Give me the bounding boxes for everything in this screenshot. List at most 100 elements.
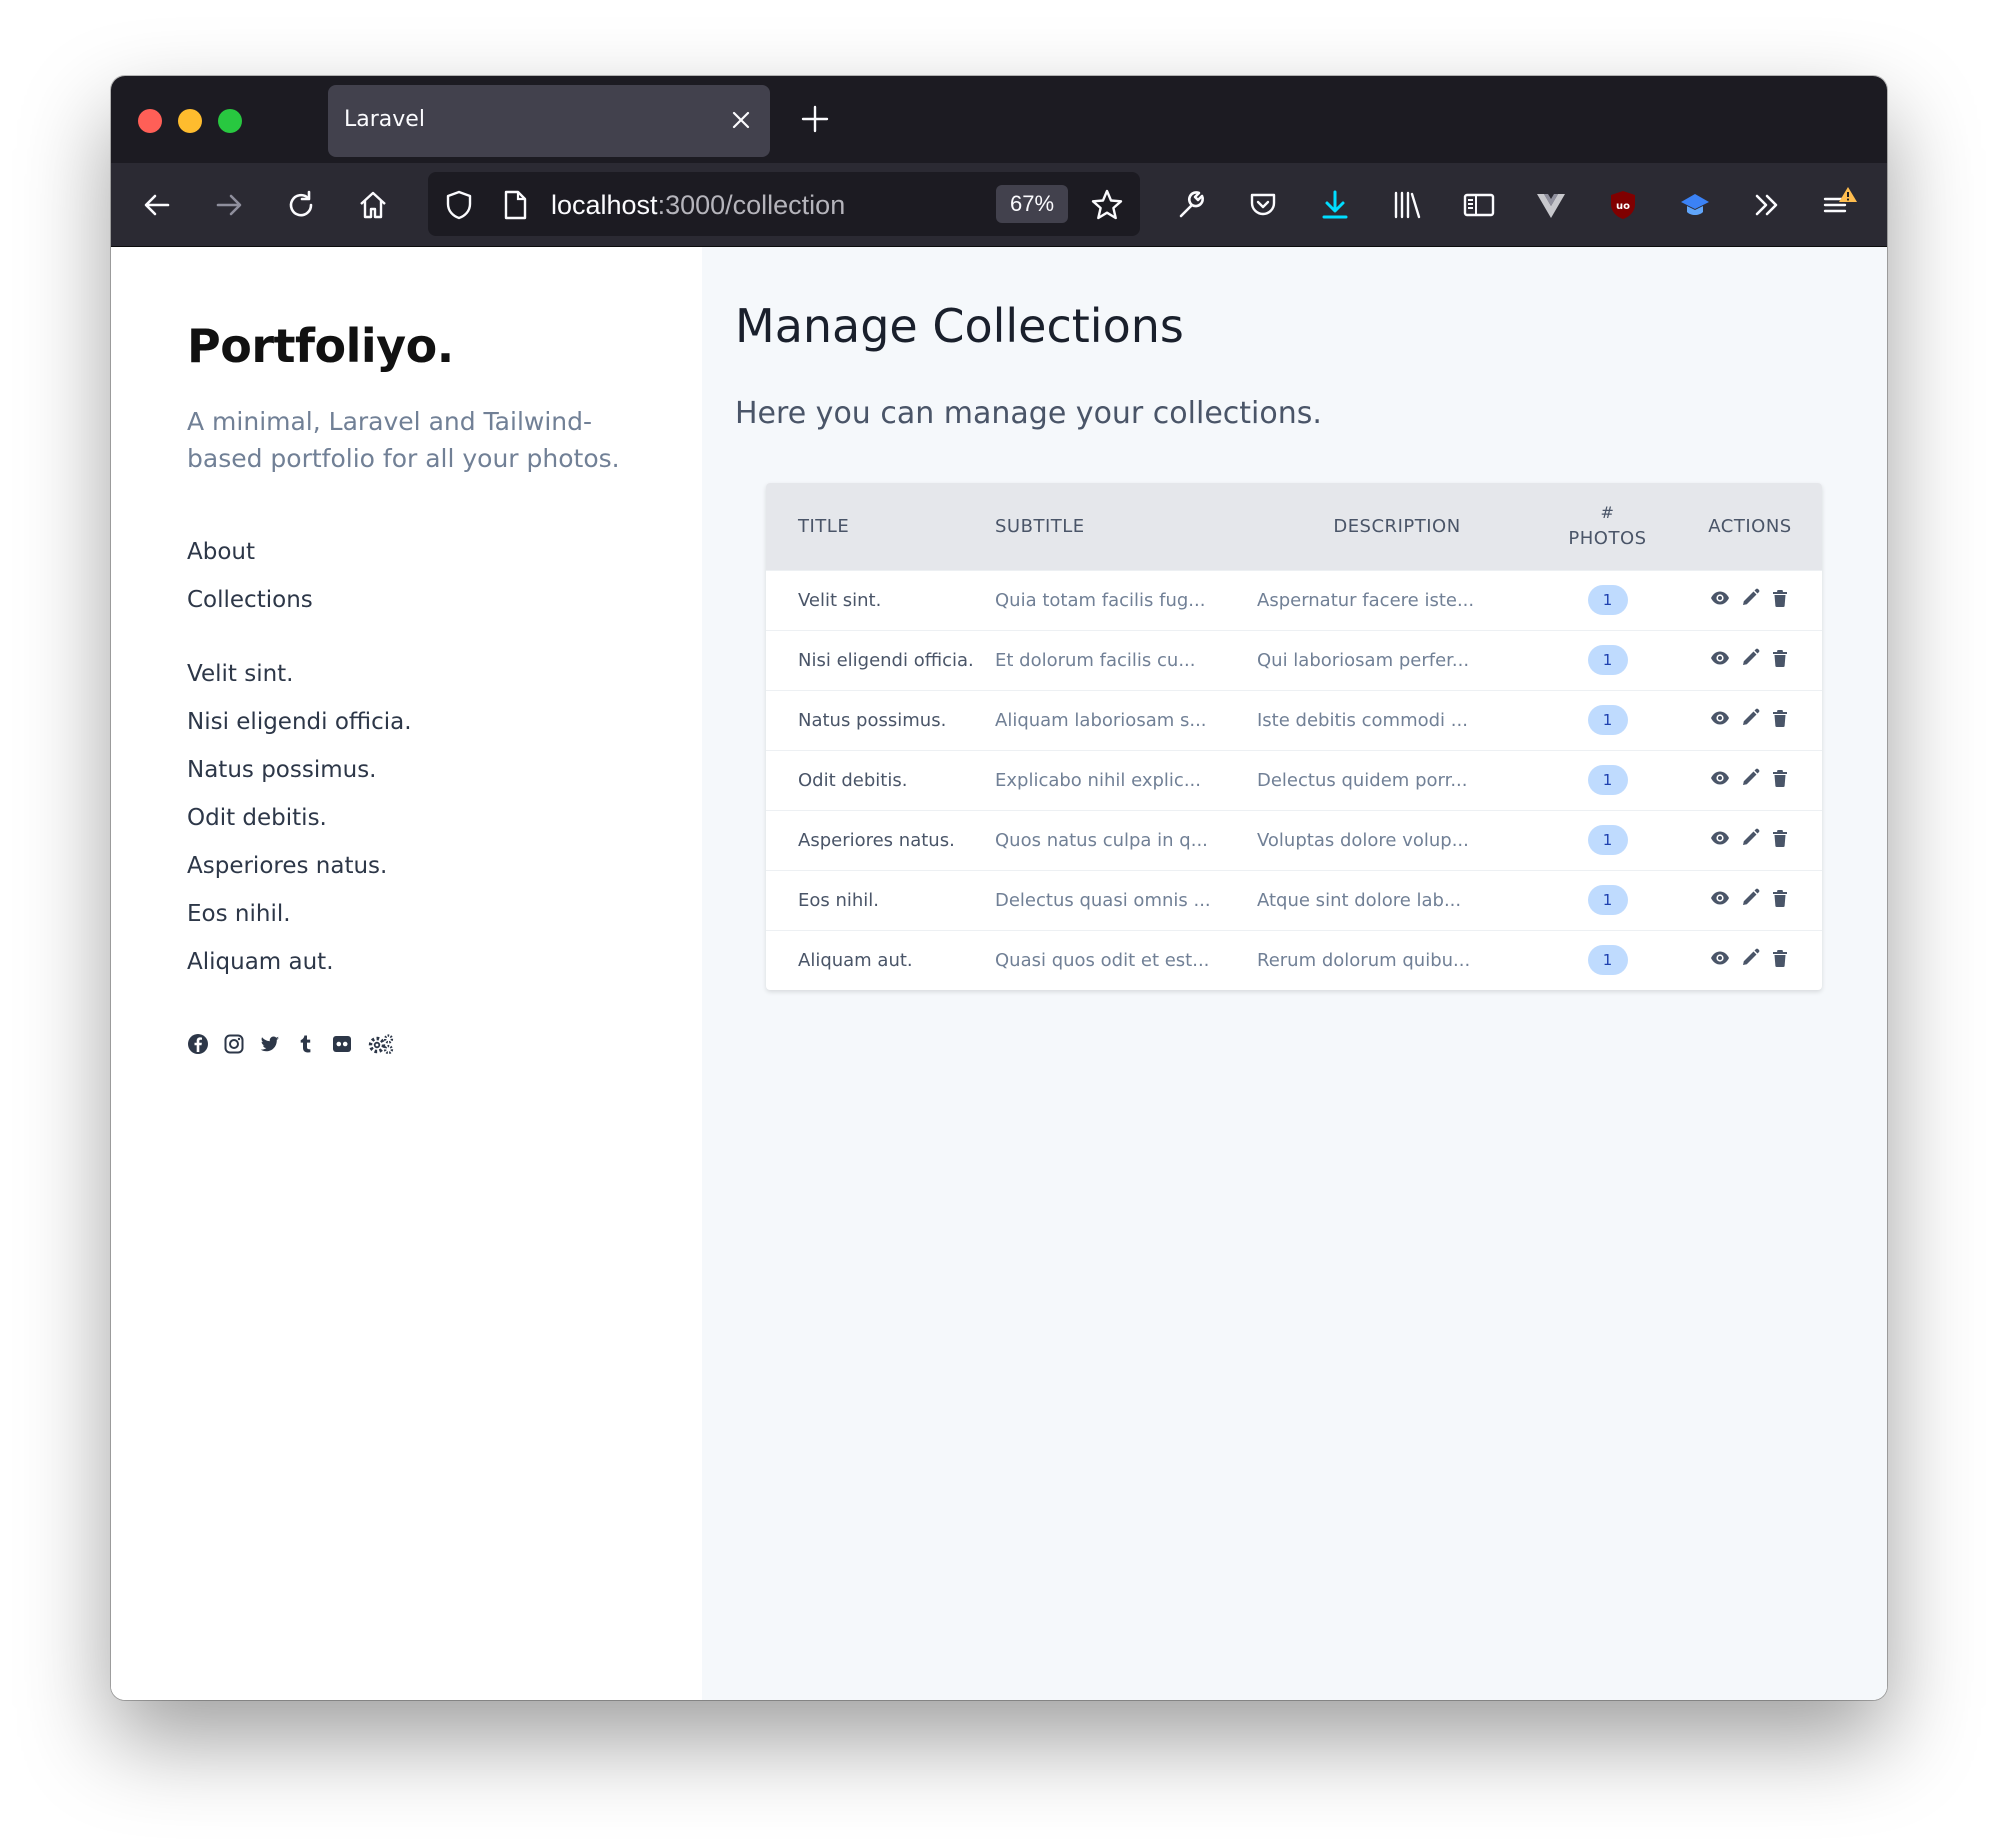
photo-count-badge: 1: [1587, 945, 1628, 976]
column-header-photos: # PHOTOS: [1537, 483, 1678, 570]
collection-link[interactable]: Natus possimus.: [187, 755, 412, 803]
row-photos-cell: 1: [1537, 750, 1678, 810]
column-header-title: TITLE: [798, 515, 850, 537]
delete-trash-icon[interactable]: [1770, 708, 1790, 728]
delete-trash-icon[interactable]: [1770, 948, 1790, 968]
twitter-icon[interactable]: [259, 1033, 281, 1055]
bookmark-star-icon[interactable]: [1090, 188, 1124, 222]
collection-link[interactable]: Aliquam aut.: [187, 947, 412, 995]
flickr-icon[interactable]: [331, 1033, 353, 1055]
row-photos-cell: 1: [1537, 630, 1678, 690]
view-eye-icon[interactable]: [1710, 648, 1730, 668]
row-title[interactable]: Natus possimus.: [766, 690, 995, 750]
extension-icon[interactable]: [1673, 183, 1717, 227]
collection-link[interactable]: Odit debitis.: [187, 803, 412, 851]
delete-trash-icon[interactable]: [1770, 828, 1790, 848]
row-title[interactable]: Asperiores natus.: [766, 810, 995, 870]
url-bar[interactable]: localhost:3000/collection 67%: [428, 172, 1140, 236]
view-eye-icon[interactable]: [1710, 888, 1730, 908]
row-photos-cell: 1: [1537, 690, 1678, 750]
row-description: Rerum dolorum quibu...: [1257, 949, 1471, 971]
delete-trash-icon[interactable]: [1770, 648, 1790, 668]
photo-count-badge: 1: [1587, 825, 1628, 855]
view-eye-icon[interactable]: [1710, 708, 1730, 728]
edit-pencil-icon[interactable]: [1740, 588, 1760, 608]
tracking-protection-shield-icon[interactable]: [442, 188, 476, 222]
close-window-button[interactable]: [138, 109, 162, 133]
download-icon[interactable]: [1313, 183, 1357, 227]
row-photos-cell: 1: [1537, 810, 1678, 870]
instagram-icon[interactable]: [223, 1033, 245, 1055]
row-actions: [1678, 570, 1822, 630]
collection-link[interactable]: Asperiores natus.: [187, 851, 412, 899]
photo-count-badge: 1: [1587, 765, 1628, 795]
page-info-icon[interactable]: [498, 188, 532, 222]
nav-link-about[interactable]: About: [187, 537, 313, 585]
url-host: localhost: [551, 190, 658, 220]
settings-cogs-icon[interactable]: [367, 1033, 395, 1055]
edit-pencil-icon[interactable]: [1740, 888, 1760, 908]
back-icon[interactable]: [135, 183, 179, 227]
close-tab-icon[interactable]: [726, 105, 756, 135]
page-subtitle: Here you can manage your collections.: [735, 396, 1322, 431]
row-title[interactable]: Odit debitis.: [766, 750, 995, 810]
row-subtitle: Aliquam laboriosam s...: [995, 709, 1207, 731]
row-title[interactable]: Aliquam aut.: [766, 930, 995, 990]
edit-pencil-icon[interactable]: [1740, 828, 1760, 848]
collection-link[interactable]: Nisi eligendi officia.: [187, 707, 412, 755]
facebook-icon[interactable]: [187, 1033, 209, 1055]
collections-table: TITLE SUBTITLE DESCRIPTION # PHOTOS ACTI…: [766, 483, 1822, 990]
delete-trash-icon[interactable]: [1770, 588, 1790, 608]
url-text[interactable]: localhost:3000/collection: [551, 190, 845, 221]
photo-count-badge: 1: [1587, 585, 1628, 615]
nav-toolbar: localhost:3000/collection 67% uo: [111, 163, 1887, 247]
collections-nav: Velit sint. Nisi eligendi officia. Natus…: [187, 659, 412, 995]
reload-icon[interactable]: [279, 183, 323, 227]
row-subtitle: Et dolorum facilis cu...: [995, 649, 1196, 671]
library-icon[interactable]: [1385, 183, 1429, 227]
sidebar-icon[interactable]: [1457, 183, 1501, 227]
delete-trash-icon[interactable]: [1770, 768, 1790, 788]
overflow-chevrons-icon[interactable]: [1745, 183, 1789, 227]
tumblr-icon[interactable]: [295, 1033, 317, 1055]
view-eye-icon[interactable]: [1710, 588, 1730, 608]
row-subtitle: Delectus quasi omnis ...: [995, 889, 1211, 911]
view-eye-icon[interactable]: [1710, 768, 1730, 788]
edit-pencil-icon[interactable]: [1740, 708, 1760, 728]
view-eye-icon[interactable]: [1710, 948, 1730, 968]
browser-window: Laravel localhost:3000/collection 67% uo…: [111, 76, 1887, 1700]
edit-pencil-icon[interactable]: [1740, 648, 1760, 668]
collection-link[interactable]: Velit sint.: [187, 659, 412, 707]
forward-icon[interactable]: [207, 183, 251, 227]
edit-pencil-icon[interactable]: [1740, 948, 1760, 968]
row-description: Atque sint dolore lab...: [1257, 889, 1462, 911]
zoom-level-badge[interactable]: 67%: [996, 185, 1068, 223]
row-title[interactable]: Eos nihil.: [766, 870, 995, 930]
collection-link[interactable]: Eos nihil.: [187, 899, 412, 947]
app-menu-icon[interactable]: [1817, 183, 1861, 227]
row-title[interactable]: Nisi eligendi officia.: [766, 630, 995, 690]
new-tab-icon[interactable]: [797, 101, 833, 137]
vue-devtools-icon[interactable]: [1529, 183, 1573, 227]
row-photos-cell: 1: [1537, 570, 1678, 630]
row-subtitle: Quos natus culpa in q...: [995, 829, 1208, 851]
pocket-icon[interactable]: [1241, 183, 1285, 227]
minimize-window-button[interactable]: [178, 109, 202, 133]
view-eye-icon[interactable]: [1710, 828, 1730, 848]
title-bar: Laravel: [111, 76, 1887, 163]
table-row: Asperiores natus. Quos natus culpa in q.…: [766, 810, 1822, 870]
edit-pencil-icon[interactable]: [1740, 768, 1760, 788]
delete-trash-icon[interactable]: [1770, 888, 1790, 908]
column-header-subtitle: SUBTITLE: [995, 515, 1085, 537]
row-title[interactable]: Velit sint.: [766, 570, 995, 630]
browser-tab[interactable]: Laravel: [328, 85, 770, 157]
primary-nav: About Collections: [187, 537, 313, 633]
row-subtitle: Explicabo nihil explic...: [995, 769, 1201, 791]
nav-link-collections[interactable]: Collections: [187, 585, 313, 633]
home-icon[interactable]: [351, 183, 395, 227]
wrench-icon[interactable]: [1170, 183, 1214, 227]
zoom-window-button[interactable]: [218, 109, 242, 133]
brand-logo[interactable]: Portfoliyo.: [187, 319, 454, 373]
row-description: Delectus quidem porr...: [1257, 769, 1468, 791]
ublock-origin-icon[interactable]: uo: [1601, 183, 1645, 227]
